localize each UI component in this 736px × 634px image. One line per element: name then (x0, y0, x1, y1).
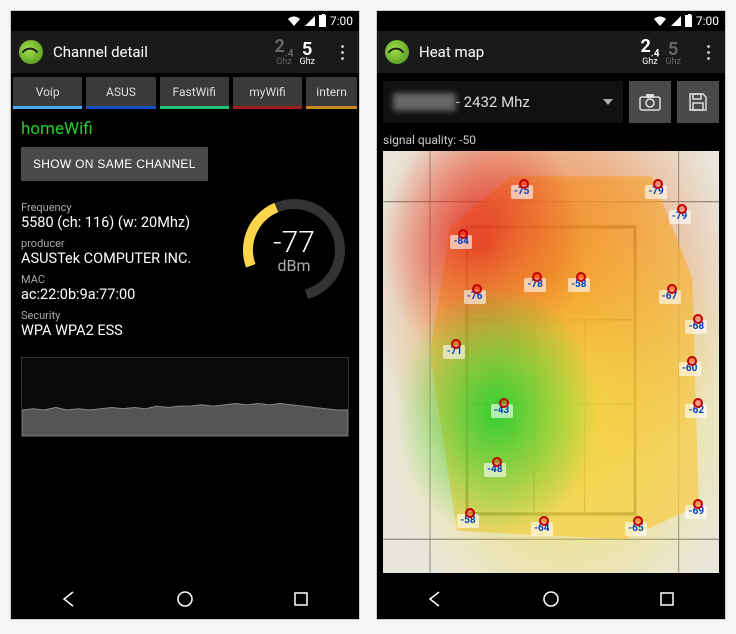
network-dropdown[interactable]: netXXXX - 2432 Mhz (383, 81, 623, 123)
band-24[interactable]: 2.4 Ghz (274, 37, 293, 68)
signal-marker[interactable]: -62 (685, 404, 707, 418)
mac-value: ac:22:0b:9a:77:00 (21, 286, 229, 303)
signal-marker[interactable]: -67 (659, 290, 681, 304)
phone-channel-detail: 7:00 Channel detail 2.4 Ghz 5 Ghz Voip A… (10, 10, 360, 620)
battery-icon (319, 15, 326, 27)
band-5[interactable]: 5 Ghz (665, 40, 681, 67)
nav-home-icon[interactable] (531, 584, 571, 614)
signal-icon (671, 16, 681, 26)
android-nav-bar (11, 579, 359, 619)
phone-heat-map: 7:00 Heat map 2.4 Ghz 5 Ghz netXXXX - 24… (376, 10, 726, 620)
show-same-channel-button[interactable]: SHOW ON SAME CHANNEL (21, 147, 208, 181)
security-value: WPA WPA2 ESS (21, 322, 229, 339)
battery-icon (685, 15, 692, 27)
signal-history-chart (21, 357, 349, 437)
security-label: Security (21, 309, 229, 322)
wifi-icon (653, 15, 667, 27)
signal-marker[interactable]: -75 (511, 185, 533, 199)
producer-label: producer (21, 237, 229, 250)
signal-marker[interactable]: -64 (531, 522, 553, 536)
screen-title: Heat map (419, 43, 630, 61)
tab-asus[interactable]: ASUS (86, 77, 155, 109)
signal-marker[interactable]: -65 (625, 522, 647, 536)
tab-intern[interactable]: intern (306, 77, 357, 109)
band-toggle[interactable]: 2.4 Ghz 5 Ghz (274, 37, 315, 68)
gauge-unit: dBm (277, 256, 310, 275)
app-logo-icon (19, 40, 43, 64)
signal-marker[interactable]: -43 (491, 404, 513, 418)
overflow-menu-icon[interactable] (699, 45, 717, 60)
nav-recent-icon[interactable] (647, 584, 687, 614)
dropdown-ssid-hidden: netXXXX (393, 93, 456, 111)
clock: 7:00 (330, 14, 353, 28)
nav-back-icon[interactable] (415, 584, 455, 614)
save-icon (688, 92, 708, 112)
signal-marker[interactable]: -60 (679, 362, 701, 376)
ssid-name: homeWifi (21, 119, 349, 139)
frequency-value: 5580 (ch: 116) (w: 20Mhz) (21, 214, 229, 231)
frequency-label: Frequency (21, 201, 229, 214)
app-bar: Channel detail 2.4 Ghz 5 Ghz (11, 31, 359, 73)
nav-recent-icon[interactable] (281, 584, 321, 614)
android-nav-bar (377, 579, 725, 619)
producer-value: ASUSTek COMPUTER INC. (21, 250, 229, 267)
signal-quality-readout: signal quality: -50 (377, 131, 725, 151)
signal-marker[interactable]: -84 (450, 235, 472, 249)
signal-icon (305, 16, 315, 26)
signal-marker[interactable]: -48 (484, 463, 506, 477)
signal-gauge: -77 dBm (239, 195, 349, 305)
signal-marker[interactable]: -68 (685, 320, 707, 334)
tab-mywifi[interactable]: myWifi (233, 77, 302, 109)
signal-marker[interactable]: -58 (457, 514, 479, 528)
status-bar: 7:00 (11, 11, 359, 31)
signal-marker[interactable]: -76 (464, 290, 486, 304)
app-logo-icon (385, 40, 409, 64)
signal-marker[interactable]: -79 (669, 210, 691, 224)
screen-title: Channel detail (53, 43, 264, 61)
nav-back-icon[interactable] (49, 584, 89, 614)
save-button[interactable] (677, 81, 719, 123)
camera-button[interactable] (629, 81, 671, 123)
dropdown-frequency: - 2432 Mhz (456, 93, 530, 111)
nav-home-icon[interactable] (165, 584, 205, 614)
wifi-icon (287, 15, 301, 27)
signal-marker[interactable]: -79 (645, 185, 667, 199)
app-bar: Heat map 2.4 Ghz 5 Ghz (377, 31, 725, 73)
band-24[interactable]: 2.4 Ghz (640, 37, 659, 68)
signal-marker[interactable]: -78 (524, 278, 546, 292)
status-bar: 7:00 (377, 11, 725, 31)
heatmap-canvas[interactable]: -75 -79-79 -84 -76 -78 -58 -67 -68 -71 -60 -43 -62 -… (377, 151, 725, 579)
clock: 7:00 (696, 14, 719, 28)
mac-label: MAC (21, 273, 229, 286)
gauge-value: -77 (273, 225, 315, 260)
detail-content: homeWifi SHOW ON SAME CHANNEL Frequency … (11, 109, 359, 579)
overflow-menu-icon[interactable] (333, 45, 351, 60)
band-5[interactable]: 5 Ghz (299, 40, 315, 67)
band-toggle[interactable]: 2.4 Ghz 5 Ghz (640, 37, 681, 68)
tab-voip[interactable]: Voip (13, 77, 82, 109)
heatmap-toolbar: netXXXX - 2432 Mhz (377, 73, 725, 131)
camera-icon (639, 93, 661, 111)
signal-marker[interactable]: -69 (685, 505, 707, 519)
network-details: Frequency 5580 (ch: 116) (w: 20Mhz) prod… (21, 195, 229, 339)
floorplan-image: -75 -79-79 -84 -76 -78 -58 -67 -68 -71 -60 -43 -62 -… (383, 151, 719, 573)
tab-fastwifi[interactable]: FastWifi (160, 77, 229, 109)
network-tabs: Voip ASUS FastWifi myWifi intern (11, 73, 359, 109)
signal-marker[interactable]: -58 (568, 278, 590, 292)
signal-marker[interactable]: -71 (443, 345, 465, 359)
